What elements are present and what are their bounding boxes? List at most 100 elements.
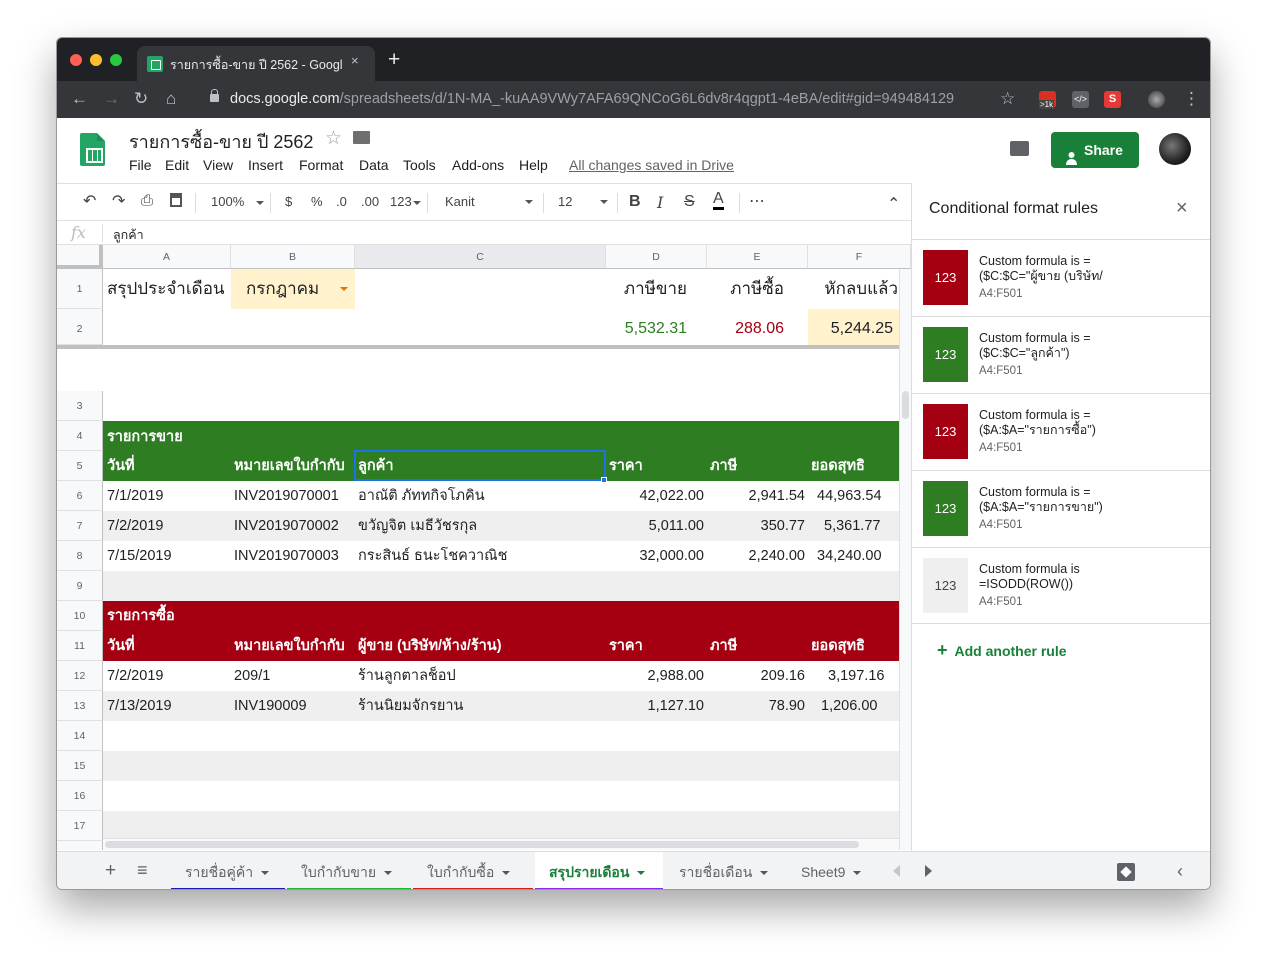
star-icon[interactable]: ☆ [325,127,342,150]
menu-tools[interactable]: Tools [403,157,436,173]
more-tools-button[interactable]: ⋯ [749,191,765,211]
horizontal-scrollbar[interactable] [103,838,899,850]
column-header-b[interactable]: B [231,245,355,269]
sheet-tab[interactable]: รายชื่อเดือน [665,852,785,889]
hide-side-panel-icon[interactable]: ‹ [1177,861,1183,882]
new-tab-button[interactable]: + [388,49,400,71]
scroll-tabs-left-icon[interactable] [893,865,900,877]
forward-arrow-icon[interactable]: → [103,89,120,109]
strikethrough-button[interactable]: S [684,193,695,211]
back-arrow-icon[interactable]: ← [71,89,88,109]
url-field[interactable]: docs.google.com/spreadsheets/d/1N-MA_-ku… [210,85,999,114]
table-row: 15 [57,751,911,781]
menu-help[interactable]: Help [519,157,548,173]
net-value[interactable]: 5,244.25 [808,309,902,345]
active-cell-selection[interactable] [354,450,606,481]
column-header-d[interactable]: D [606,245,707,269]
rule-item[interactable]: 123 Custom formula is = ($C:$C="ผู้ขาย (… [912,239,1210,316]
sell-tax-header[interactable]: ภาษีขาย [606,269,690,309]
zoom-window-button[interactable] [110,54,122,66]
sheet-tab[interactable]: Sheet9 [787,852,877,889]
home-icon[interactable]: ⌂ [166,89,176,109]
undo-icon[interactable]: ↶ [83,191,96,211]
menu-data[interactable]: Data [359,157,389,173]
rule-swatch: 123 [923,558,968,613]
rule-item[interactable]: 123 Custom formula is =ISODD(ROW()) A4:F… [912,547,1210,624]
menu-file[interactable]: File [129,157,152,173]
close-icon[interactable]: × [1176,197,1188,220]
buy-tax-value[interactable]: 288.06 [707,309,787,345]
rule-item[interactable]: 123 Custom formula is = ($C:$C="ลูกค้า")… [912,316,1210,393]
adblock-extension-icon[interactable]: >1k [1039,91,1056,109]
column-header-f[interactable]: F [808,245,911,269]
folder-icon[interactable] [353,131,370,144]
add-rule-button[interactable]: + Add another rule [937,640,1067,661]
tab-close-icon[interactable]: × [351,53,359,68]
browser-menu-icon[interactable]: ⋮ [1183,89,1200,109]
summary-label[interactable]: สรุปประจำเดือน [104,269,228,309]
save-status[interactable]: All changes saved in Drive [569,157,734,173]
vertical-scrollbar[interactable] [899,269,911,850]
menu-insert[interactable]: Insert [248,157,283,173]
month-dropdown[interactable]: กรกฎาคม [231,269,355,309]
formula-input[interactable]: ลูกค้า [113,225,144,245]
sheet-tab[interactable]: ใบกำกับซื้อ [413,852,533,889]
comments-icon[interactable] [1010,141,1029,156]
share-button[interactable]: Share [1051,132,1139,168]
menu-edit[interactable]: Edit [165,157,189,173]
more-formats-select[interactable]: 123 [390,194,421,209]
browser-tab-title: รายการซื้อ-ขาย ปี 2562 - Google [170,58,342,72]
explore-icon[interactable] [1117,863,1135,881]
sales-title[interactable]: รายการขาย [104,421,186,451]
font-select[interactable]: Kanit [445,194,533,209]
sheet-tab[interactable]: รายชื่อคู่ค้า [171,852,285,889]
italic-button[interactable]: I [657,193,663,212]
browser-tab[interactable]: รายการซื้อ-ขาย ปี 2562 - Google × [137,46,375,81]
sheet-tab-active[interactable]: สรุปรายเดือน [535,852,663,889]
buy-tax-header[interactable]: ภาษีซื้อ [707,269,787,309]
sell-tax-value[interactable]: 5,532.31 [606,309,690,345]
net-header[interactable]: หักลบแล้ว [808,269,901,309]
horizontal-scroll-thumb[interactable] [105,841,859,848]
menu-format[interactable]: Format [299,157,343,173]
all-sheets-icon[interactable]: ≡ [137,860,148,881]
menu-addons[interactable]: Add-ons [452,157,504,173]
column-header-e[interactable]: E [707,245,808,269]
currency-format-button[interactable]: $ [285,194,292,209]
devtools-extension-icon[interactable]: </> [1072,91,1089,108]
column-header-a[interactable]: A [103,245,231,269]
redo-icon[interactable]: ↷ [112,191,125,211]
percent-format-button[interactable]: % [311,194,323,209]
decrease-decimal-button[interactable]: .0 [336,194,347,209]
vertical-scroll-thumb[interactable] [902,391,909,419]
menu-view[interactable]: View [203,157,233,173]
column-header-c[interactable]: C [355,245,606,269]
zoom-select[interactable]: 100% [211,194,265,209]
purchases-title[interactable]: รายการซื้อ [104,601,178,631]
select-all-corner[interactable] [57,245,103,269]
reload-icon[interactable]: ↻ [134,89,148,109]
rule-item[interactable]: 123 Custom formula is = ($A:$A="รายการซื… [912,393,1210,470]
add-sheet-button[interactable]: + [105,860,116,882]
minimize-window-button[interactable] [90,54,102,66]
font-size-select[interactable]: 12 [558,194,608,209]
s-extension-icon[interactable]: S [1104,91,1121,108]
increase-decimal-button[interactable]: .00 [361,194,379,209]
profile-avatar-icon[interactable] [1148,91,1165,108]
spreadsheet-grid[interactable]: A B C D E F 1 สรุปประจำเดือน กรกฎาคม ภาษ… [57,245,911,850]
collapse-toolbar-icon[interactable]: ⌃ [887,194,900,214]
paint-format-icon[interactable] [170,193,182,207]
close-window-button[interactable] [70,54,82,66]
document-title[interactable]: รายการซื้อ-ขาย ปี 2562 [129,127,313,156]
bookmark-star-icon[interactable]: ☆ [1000,89,1015,109]
account-avatar[interactable] [1159,133,1191,165]
print-icon[interactable]: ⎙ [141,192,153,209]
sheets-logo-icon[interactable] [80,133,105,166]
scroll-tabs-right-icon[interactable] [925,865,932,877]
text-color-button[interactable]: A [713,191,724,210]
rule-item[interactable]: 123 Custom formula is = ($A:$A="รายการขา… [912,470,1210,547]
sheet-tab[interactable]: ใบกำกับขาย [287,852,411,889]
bold-button[interactable]: B [629,193,641,211]
table-row: 12 7/2/2019 209/1 ร้านลูกตาลช็อป 2,988.0… [57,661,911,691]
table-row: 8 7/15/2019 INV2019070003 กระสินธ์ ธนะโช… [57,541,911,571]
